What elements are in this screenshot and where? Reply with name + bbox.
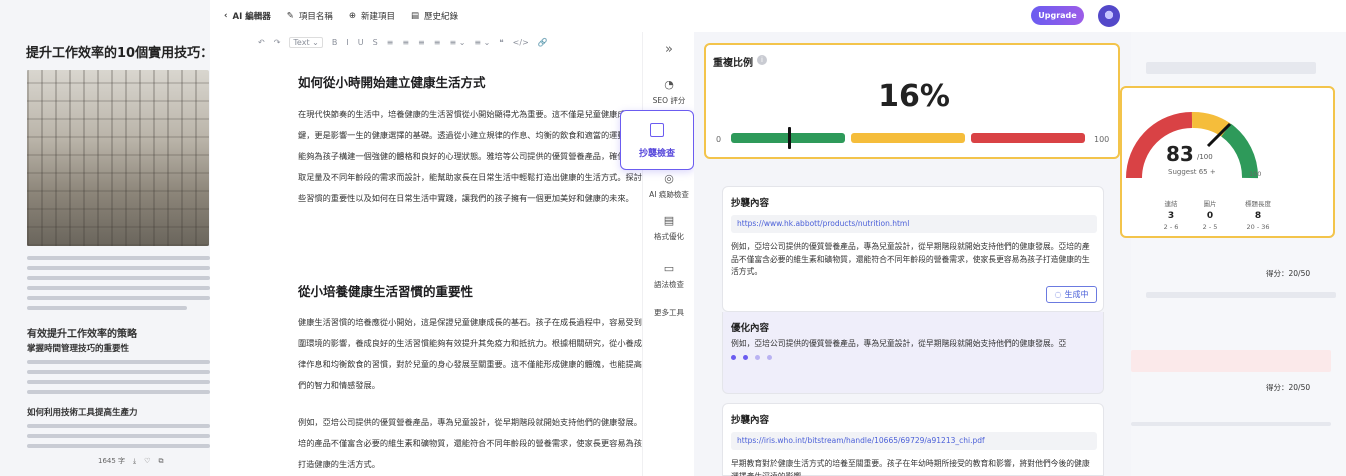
document-icon: ▤ <box>663 214 675 227</box>
code-icon[interactable]: </> <box>513 38 529 47</box>
plagiarism-source-card: 抄襲內容 https://iris.who.int/bitstream/hand… <box>722 403 1104 476</box>
history-button[interactable]: ▤ 歷史紀錄 <box>411 10 458 22</box>
plus-circle-icon: ⊕ <box>348 11 356 21</box>
line-height-select[interactable]: ≡ ⌄ <box>449 38 465 47</box>
list-icon[interactable]: ≡ <box>418 38 425 47</box>
criteria-score: 得分：20/50 <box>1266 383 1311 392</box>
tool-grammar[interactable]: ▭ 語法檢查 <box>643 262 695 290</box>
download-icon[interactable]: ⤓ <box>133 457 136 466</box>
source-title: 抄襲內容 <box>731 198 770 209</box>
word-count: 1645 字 <box>98 457 126 465</box>
tool-more[interactable]: 更多工具 <box>643 307 695 318</box>
chevron-left-icon: ‹ <box>224 11 228 21</box>
undo-icon[interactable]: ↶ <box>258 38 265 47</box>
optimized-title: 優化內容 <box>731 323 770 334</box>
tool-seo[interactable]: ◔ SEO 評分 <box>643 78 695 106</box>
gauge-icon: ◔ <box>664 78 674 91</box>
redo-icon[interactable]: ↷ <box>274 38 281 47</box>
preview-title: 提升工作效率的10個實用技巧：讀 <box>26 46 220 61</box>
loading-dots <box>731 355 772 360</box>
article-paragraph-3: 例如，亞培公司提供的優質營養產品，專為兒童設計，從早期階段就開始支持他們的健康發… <box>298 417 651 469</box>
upgrade-button[interactable]: Upgrade <box>1031 6 1084 25</box>
format-toolbar: ↶ ↷ Text ⌄ B I U S ≡ ≡ ≡ ≡ ≡ ⌄ ≡ ⌄ ❝ </>… <box>258 35 548 49</box>
word-count-bar: 1645 字 ⤓ ♡ ⧉ <box>98 453 210 469</box>
ratio-bar-red <box>971 133 1085 143</box>
tool-format[interactable]: ▤ 格式優化 <box>643 214 695 242</box>
scale-max: 100 <box>1094 135 1110 144</box>
bold-button[interactable]: B <box>332 38 338 47</box>
italic-button[interactable]: I <box>346 38 348 47</box>
article-preview-panel: 提升工作效率的10個實用技巧：讀 有效提升工作效率的策略 掌握時間管理技巧的重要… <box>0 0 220 476</box>
source-text: 早期教育對於健康生活方式的培養至關重要。孩子在年幼時期所接受的教育和影響，將對他… <box>731 459 1090 476</box>
tool-ai-trace[interactable]: ◎ AI 痕跡檢查 <box>643 172 695 200</box>
preview-heading-2: 掌握時間管理技巧的重要性 <box>27 344 130 354</box>
new-project-button[interactable]: ⊕ 新建項目 <box>349 10 395 22</box>
back-button[interactable]: ‹ AI 編輯器 <box>224 10 271 22</box>
tool-plagiarism[interactable]: 抄襲檢查 <box>620 110 694 170</box>
tools-sidebar: » ◔ SEO 評分 ◎ AI 痕跡檢查 ▤ 格式優化 ▭ 語法檢查 更多工具 <box>642 32 694 476</box>
spinner-icon: ◌ <box>1054 290 1062 299</box>
source-url-link[interactable]: https://iris.who.int/bitstream/handle/10… <box>731 432 1097 450</box>
preview-heading-1: 有效提升工作效率的策略 <box>27 329 137 340</box>
copy-icon[interactable]: ⧉ <box>158 457 163 466</box>
magnifier-document-icon <box>650 123 664 137</box>
edit-icon: ✎ <box>286 11 294 21</box>
stat-links: 連結 3 2 - 6 <box>1163 200 1179 231</box>
seo-score: 83 <box>1166 142 1194 166</box>
criteria-score: 得分：20/50 <box>1266 269 1311 278</box>
source-title: 抄襲內容 <box>731 415 770 426</box>
list-icon[interactable]: ≡ <box>434 38 441 47</box>
info-icon[interactable]: i <box>757 55 767 65</box>
strike-button[interactable]: S <box>373 38 378 47</box>
align-select[interactable]: ≡ ⌄ <box>474 38 490 47</box>
optimized-text: 例如，亞培公司提供的優質營養產品，專為兒童設計，從早期階段就開始支持他們的健康發… <box>731 339 1067 348</box>
editor-canvas[interactable]: ↶ ↷ Text ⌄ B I U S ≡ ≡ ≡ ≡ ≡ ⌄ ≡ ⌄ ❝ </>… <box>210 32 650 476</box>
heart-icon[interactable]: ♡ <box>144 457 150 465</box>
seo-score-of: /100 <box>1197 153 1213 161</box>
article-heading-1: 如何從小時開始建立健康生活方式 <box>298 75 486 90</box>
stat-images: 圖片 0 2 - 5 <box>1202 200 1218 231</box>
link-icon[interactable]: 🔗 <box>538 38 548 47</box>
seo-suggest: Suggest 65 + <box>1168 168 1216 176</box>
source-url-link[interactable]: https://www.hk.abbott/products/nutrition… <box>731 215 1097 233</box>
article-heading-2: 從小培養健康生活習慣的重要性 <box>298 284 474 299</box>
fingerprint-icon: ◎ <box>664 172 674 185</box>
score-gauge <box>1126 112 1258 179</box>
article-illustration <box>27 70 209 246</box>
seo-score-card <box>1120 86 1335 238</box>
ratio-value: 16% <box>878 79 950 114</box>
quote-icon[interactable]: ❝ <box>499 38 503 47</box>
list-icon[interactable]: ≡ <box>387 38 394 47</box>
scale-min: 0 <box>716 135 722 144</box>
ratio-label: 重複比例 <box>713 58 753 69</box>
list-icon[interactable]: ≡ <box>402 38 409 47</box>
stat-title-length: 標題長度 8 20 - 36 <box>1245 200 1271 231</box>
ratio-bar-yellow <box>851 133 965 143</box>
optimized-content-card: 優化內容 例如，亞培公司提供的優質營養產品，專為兒童設計，從早期階段就開始支持他… <box>722 312 1104 394</box>
underline-button[interactable]: U <box>358 38 364 47</box>
avatar[interactable] <box>1098 5 1120 27</box>
article-paragraph-2: 健康生活習慣的培養應從小開始，這是保證兒童健康成長的基石。孩子在成長過程中，容易… <box>298 317 651 390</box>
article-paragraph-1: 在現代快節奏的生活中，培養健康的生活習慣從小開始顯得尤為重要。這不僅是兒童健康成… <box>298 109 651 203</box>
gauge-max: 100 <box>1249 170 1262 178</box>
history-icon: ▤ <box>411 11 420 21</box>
project-name-button[interactable]: ✎ 項目名稱 <box>287 10 333 22</box>
ratio-needle <box>787 127 791 149</box>
generating-button[interactable]: ◌ 生成中 <box>1046 286 1097 303</box>
text-style-select[interactable]: Text ⌄ <box>289 36 323 48</box>
source-text: 例如，亞培公司提供的優質營養產品，專為兒童設計，從早期階段就開始支持他們的健康發… <box>731 242 1090 276</box>
top-toolbar: ‹ AI 編輯器 ✎ 項目名稱 ⊕ 新建項目 ▤ 歷史紀錄 <box>210 0 1346 32</box>
duplicate-ratio-card: 重複比例 i 16% 0 100 <box>704 43 1120 159</box>
grammar-icon: ▭ <box>663 262 675 275</box>
preview-heading-3: 如何利用技術工具提高生產力 <box>27 408 138 418</box>
collapse-button[interactable]: » <box>643 42 695 57</box>
